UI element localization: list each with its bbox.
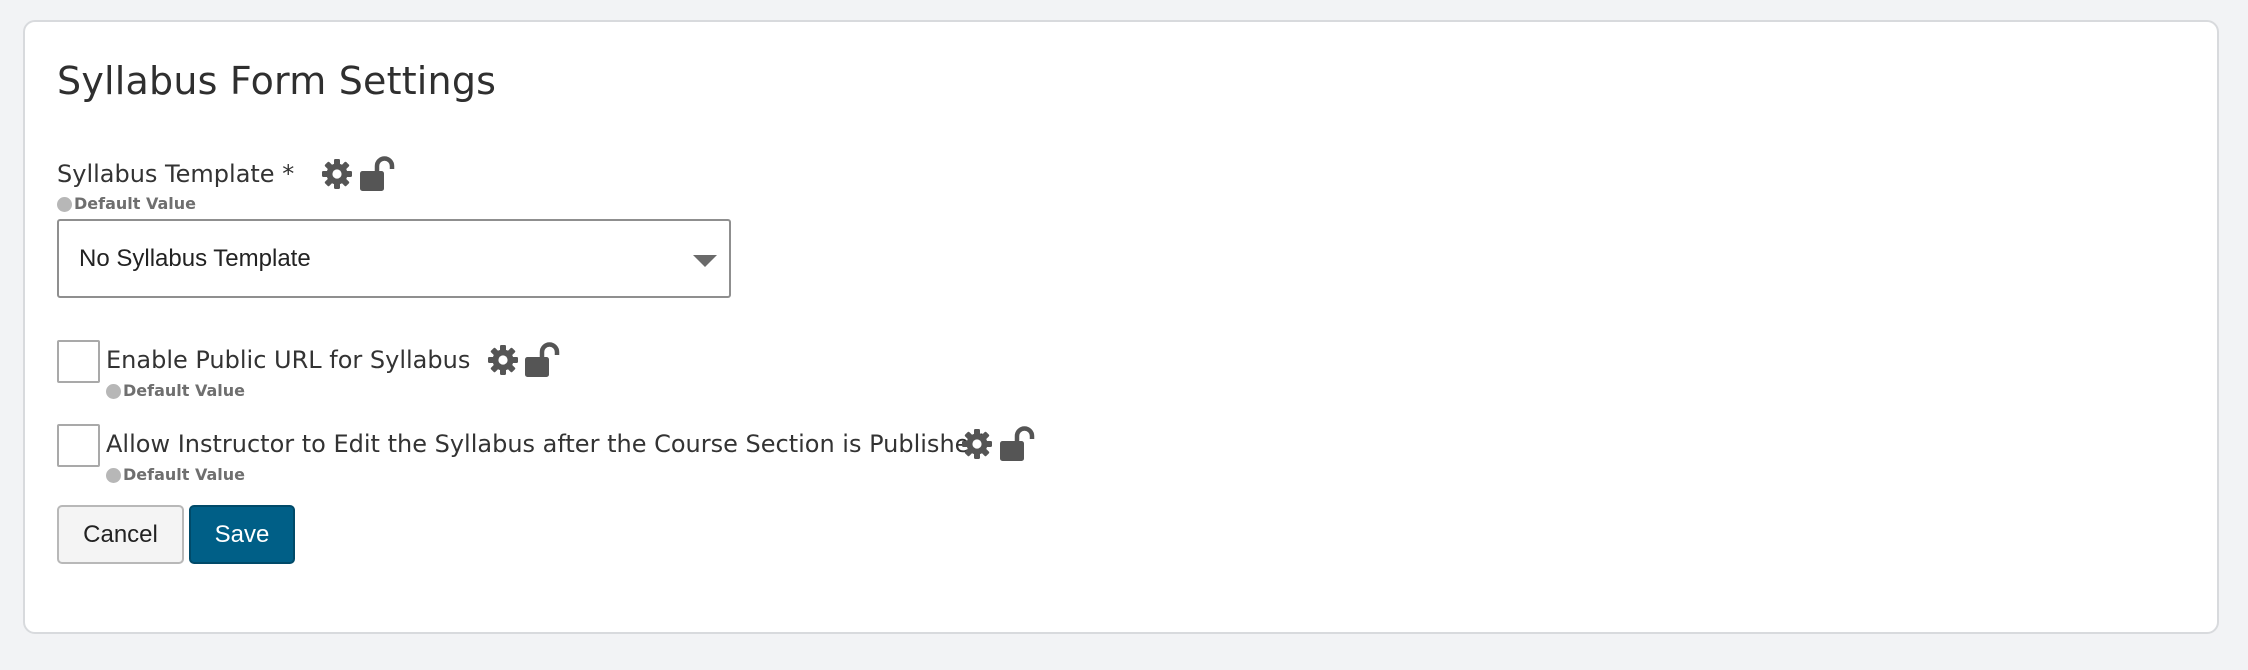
save-button[interactable]: Save — [189, 505, 295, 564]
default-dot-icon — [57, 196, 72, 212]
default-dot-icon — [106, 383, 121, 399]
unlock-icon[interactable] — [999, 426, 1039, 462]
default-value-label: Default Value — [123, 465, 246, 484]
public-url-label[interactable]: Enable Public URL for Syllabus — [106, 348, 470, 372]
default-dot-icon — [106, 467, 121, 483]
public-url-default-indicator: Default Value — [106, 383, 245, 399]
gear-icon[interactable] — [961, 428, 993, 460]
instructor-edit-checkbox[interactable] — [57, 424, 100, 467]
cancel-button[interactable]: Cancel — [57, 505, 184, 564]
unlock-icon[interactable] — [359, 156, 399, 192]
public-url-checkbox[interactable] — [57, 340, 100, 383]
gear-icon[interactable] — [321, 158, 353, 190]
syllabus-template-select[interactable]: No Syllabus Template — [57, 219, 731, 298]
syllabus-template-default-indicator: Default Value — [57, 196, 196, 212]
syllabus-template-selected-value: No Syllabus Template — [79, 245, 311, 272]
gear-icon[interactable] — [487, 344, 519, 376]
settings-card: Syllabus Form Settings Syllabus Template… — [23, 20, 2219, 634]
instructor-edit-default-indicator: Default Value — [106, 467, 245, 483]
unlock-icon[interactable] — [524, 342, 564, 378]
page-title: Syllabus Form Settings — [57, 59, 497, 103]
default-value-label: Default Value — [123, 381, 246, 400]
syllabus-template-label: Syllabus Template * — [57, 160, 295, 188]
default-value-label: Default Value — [74, 194, 197, 213]
chevron-down-icon — [693, 255, 717, 267]
instructor-edit-label[interactable]: Allow Instructor to Edit the Syllabus af… — [106, 432, 985, 456]
